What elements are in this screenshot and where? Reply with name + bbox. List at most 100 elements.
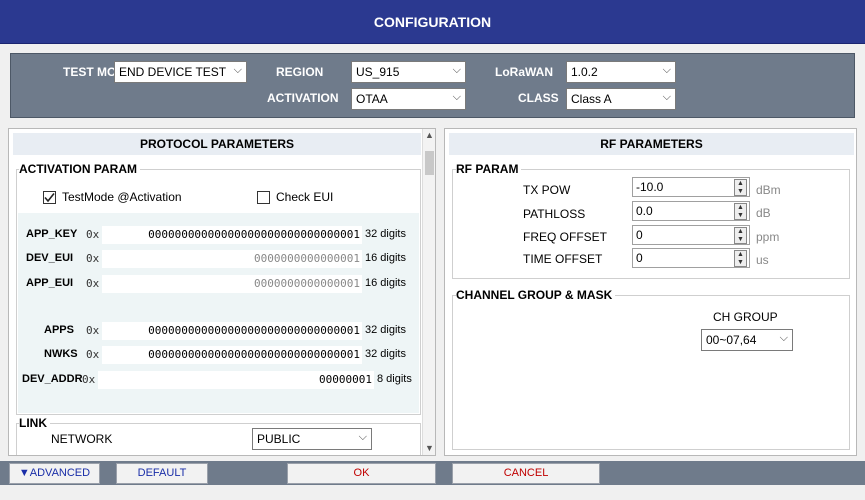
- spin-arrows-icon[interactable]: ▲ ▼: [734, 203, 747, 220]
- key-name: NWKS: [44, 348, 78, 360]
- scroll-up-icon[interactable]: ▲: [425, 130, 434, 140]
- time-offset-input[interactable]: 0: [632, 248, 750, 268]
- channel-group-legend: CHANNEL GROUP & MASK: [456, 288, 616, 302]
- class-select[interactable]: Class A ⌵: [566, 88, 676, 110]
- region-value: US_915: [356, 65, 400, 79]
- network-label: NETWORK: [51, 432, 113, 446]
- protocol-header: PROTOCOL PARAMETERS: [13, 133, 421, 155]
- activation-value: OTAA: [356, 92, 388, 106]
- keys-area: APP_KEY 0x 00000000000000000000000000000…: [18, 213, 419, 413]
- link-legend: LINK: [19, 416, 50, 430]
- default-button[interactable]: DEFAULT: [116, 463, 208, 484]
- checkbox-box: [257, 190, 270, 204]
- region-label: REGION: [276, 65, 324, 79]
- spin-arrows-icon[interactable]: ▲ ▼: [734, 250, 747, 267]
- ch-group-value: 00~07,64: [706, 333, 757, 347]
- freq-offset-input[interactable]: 0: [632, 225, 750, 245]
- protocol-parameters-panel: PROTOCOL PARAMETERS ACTIVATION PARAM Tes…: [8, 128, 436, 456]
- checkbox-box: [43, 190, 56, 204]
- key-row-app-key: APP_KEY 0x 00000000000000000000000000000…: [18, 225, 418, 245]
- hex-prefix: 0x: [86, 348, 100, 361]
- apps-input[interactable]: 00000000000000000000000000000001: [102, 322, 362, 340]
- ch-group-select[interactable]: 00~07,64 ⌵: [701, 329, 793, 351]
- unit-label: ppm: [756, 230, 780, 244]
- scroll-down-icon[interactable]: ▼: [425, 443, 434, 453]
- top-settings-panel: TEST MODE END DEVICE TEST ⌵ REGION US_91…: [10, 53, 855, 118]
- ok-button[interactable]: OK: [287, 463, 436, 484]
- nwks-input[interactable]: 00000000000000000000000000000001: [102, 346, 362, 364]
- digit-count: 16 digits: [365, 277, 406, 289]
- button-bar: ▼ADVANCED DEFAULT OK CANCEL: [0, 461, 865, 485]
- chevron-down-icon: ⌵: [233, 64, 242, 76]
- pathloss-label: PATHLOSS: [523, 207, 586, 221]
- tx-pow-input[interactable]: -10.0: [632, 177, 750, 197]
- chevron-down-icon: ⌵: [662, 91, 671, 103]
- test-mode-value: END DEVICE TEST: [119, 65, 227, 79]
- chevron-down-icon: ⌵: [662, 64, 671, 76]
- time-offset-label: TIME OFFSET: [523, 252, 603, 266]
- chevron-down-icon: ⌵: [452, 64, 461, 76]
- window-title: CONFIGURATION: [0, 0, 865, 44]
- chevron-down-icon: ⌵: [779, 332, 788, 344]
- hex-prefix: 0x: [82, 373, 96, 386]
- lorawan-select[interactable]: 1.0.2 ⌵: [566, 61, 676, 83]
- lorawan-value: 1.0.2: [571, 65, 598, 79]
- testmode-checkbox[interactable]: TestMode @Activation: [43, 190, 182, 204]
- key-name: APPS: [44, 324, 74, 336]
- key-name: APP_KEY: [26, 228, 78, 240]
- hex-prefix: 0x: [86, 252, 100, 265]
- key-name: DEV_ADDR: [22, 373, 83, 385]
- dev-eui-input[interactable]: 0000000000000001: [102, 250, 362, 268]
- class-value: Class A: [571, 92, 612, 106]
- unit-label: dBm: [756, 183, 781, 197]
- rf-parameters-panel: RF PARAMETERS RF PARAM TX POW -10.0 ▲ ▼ d…: [444, 128, 857, 456]
- key-row-nwks: NWKS 0x 00000000000000000000000000000001…: [18, 345, 418, 365]
- lorawan-label: LoRaWAN: [495, 65, 553, 79]
- hex-prefix: 0x: [86, 277, 100, 290]
- testmode-label: TestMode @Activation: [62, 190, 182, 204]
- freq-offset-label: FREQ OFFSET: [523, 230, 607, 244]
- hex-prefix: 0x: [86, 324, 100, 337]
- vertical-scrollbar[interactable]: ▲ ▼: [422, 129, 435, 455]
- advanced-button[interactable]: ▼ADVANCED: [9, 463, 100, 484]
- activation-select[interactable]: OTAA ⌵: [351, 88, 466, 110]
- rf-param-legend: RF PARAM: [456, 162, 522, 176]
- dev-addr-input[interactable]: 00000001: [98, 371, 374, 389]
- hex-prefix: 0x: [86, 228, 100, 241]
- digit-count: 16 digits: [365, 252, 406, 264]
- ch-group-label: CH GROUP: [713, 310, 778, 324]
- key-row-dev-eui: DEV_EUI 0x 0000000000000001 16 digits: [18, 249, 418, 269]
- check-icon: [44, 192, 55, 202]
- chevron-down-icon: ⌵: [452, 91, 461, 103]
- unit-label: us: [756, 253, 769, 267]
- channel-group-mask-group: [452, 295, 850, 450]
- app-eui-input[interactable]: 0000000000000001: [102, 275, 362, 293]
- region-select[interactable]: US_915 ⌵: [351, 61, 466, 83]
- network-value: PUBLIC: [257, 432, 301, 446]
- pathloss-input[interactable]: 0.0: [632, 201, 750, 221]
- scrollbar-thumb[interactable]: [425, 151, 434, 175]
- spin-arrows-icon[interactable]: ▲ ▼: [734, 179, 747, 196]
- digit-count: 32 digits: [365, 228, 406, 240]
- digit-count: 32 digits: [365, 348, 406, 360]
- rf-header: RF PARAMETERS: [449, 133, 854, 155]
- activation-label: ACTIVATION: [267, 91, 339, 105]
- tx-pow-label: TX POW: [523, 183, 571, 197]
- digit-count: 32 digits: [365, 324, 406, 336]
- check-eui-label: Check EUI: [276, 190, 334, 204]
- activation-param-legend: ACTIVATION PARAM: [19, 162, 140, 176]
- test-mode-select[interactable]: END DEVICE TEST ⌵: [114, 61, 247, 83]
- spin-arrows-icon[interactable]: ▲ ▼: [734, 227, 747, 244]
- key-name: DEV_EUI: [26, 252, 74, 264]
- class-label: CLASS: [518, 91, 559, 105]
- unit-label: dB: [756, 206, 771, 220]
- key-name: APP_EUI: [26, 277, 74, 289]
- key-row-dev-addr: DEV_ADDR 0x 00000001 8 digits: [18, 370, 418, 390]
- digit-count: 8 digits: [377, 373, 412, 385]
- key-row-app-eui: APP_EUI 0x 0000000000000001 16 digits: [18, 274, 418, 294]
- chevron-down-icon: ⌵: [358, 431, 367, 443]
- network-select[interactable]: PUBLIC ⌵: [252, 428, 372, 450]
- cancel-button[interactable]: CANCEL: [452, 463, 600, 484]
- check-eui-checkbox[interactable]: Check EUI: [257, 190, 333, 204]
- app-key-input[interactable]: 00000000000000000000000000000001: [102, 226, 362, 244]
